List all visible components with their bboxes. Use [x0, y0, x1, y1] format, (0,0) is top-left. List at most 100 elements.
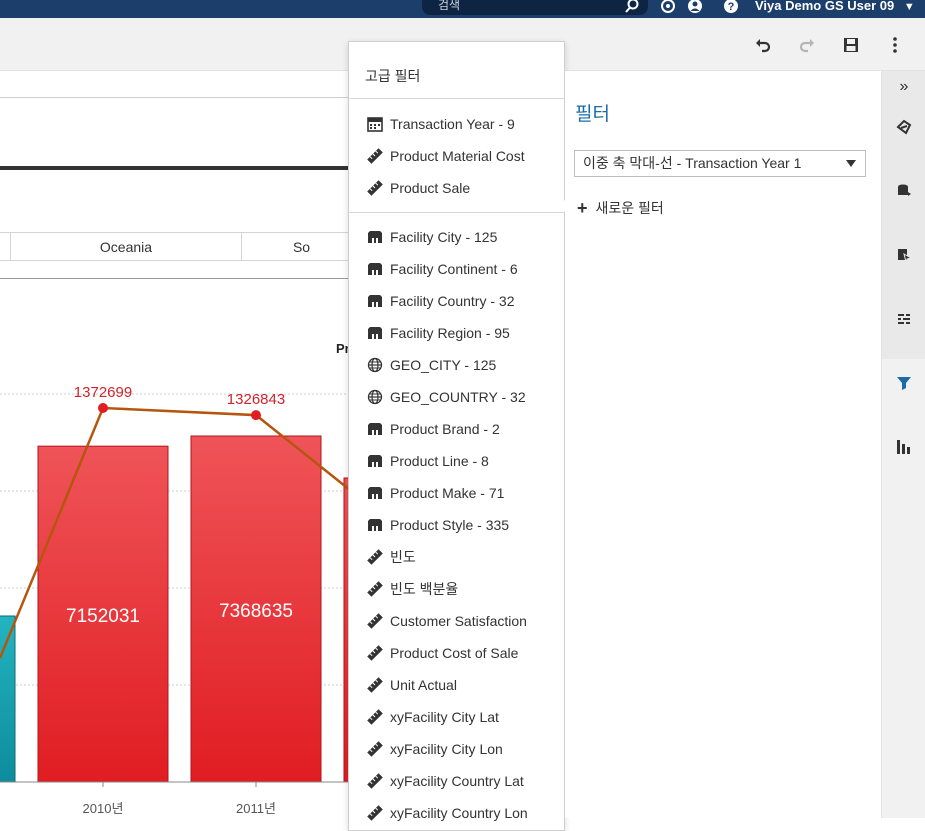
bar-data-label: 7152031	[66, 606, 140, 627]
measure-icon	[367, 773, 383, 789]
rail-filters-button[interactable]	[894, 373, 914, 393]
calendar-icon	[367, 116, 383, 132]
dual-axis-bar-line-chart[interactable]: Pr 71520312010년73686352011년1372699 132684…	[0, 278, 350, 818]
region-tab-oceania[interactable]: Oceania	[10, 233, 241, 261]
filter-field-item[interactable]: Facility City - 125	[367, 226, 497, 248]
data-icon	[896, 119, 912, 135]
undo-icon	[756, 39, 771, 53]
rail-data-source-button[interactable]	[894, 181, 914, 201]
filter-field-item[interactable]: 빈도 백분율	[367, 578, 458, 600]
category-icon	[367, 453, 383, 469]
collapse-panel-button[interactable]: »	[894, 77, 914, 97]
filter-field-item[interactable]: Product Sale	[367, 177, 470, 199]
filter-field-item[interactable]: Customer Satisfaction	[367, 610, 527, 632]
rail-ranks-button[interactable]	[894, 437, 914, 457]
redo-icon	[799, 39, 814, 53]
chevron-down-icon	[846, 160, 856, 167]
filter-select-value: 이중 축 막대-선 - Transaction Year 1	[583, 155, 802, 171]
filter-field-item[interactable]: xyFacility City Lat	[367, 706, 499, 728]
chart-point[interactable]	[251, 410, 261, 421]
category-icon	[367, 421, 383, 437]
advanced-filter-dropdown: 고급 필터 Transaction Year - 9 Product Materi…	[348, 41, 565, 831]
filter-field-label: Product Brand - 2	[390, 421, 500, 437]
roles-icon	[898, 314, 910, 324]
filter-field-item[interactable]: xyFacility Country Lon	[367, 802, 528, 824]
rail-data-button[interactable]	[894, 117, 914, 137]
filter-field-item[interactable]: Transaction Year - 9	[367, 113, 515, 135]
filter-field-item[interactable]: Product Style - 335	[367, 514, 509, 536]
filter-field-item[interactable]: xyFacility Country Lat	[367, 770, 524, 792]
save-icon	[844, 38, 858, 52]
x-tick-label: 2011년	[236, 801, 276, 816]
category-icon	[367, 485, 383, 501]
filter-field-item[interactable]: Facility Continent - 6	[367, 258, 518, 280]
filter-field-label: xyFacility City Lat	[390, 709, 499, 725]
filter-field-item[interactable]: Product Brand - 2	[367, 418, 500, 440]
measure-icon	[367, 677, 383, 693]
category-icon	[367, 325, 383, 341]
user-menu[interactable]: Viya Demo GS User 09 ▼	[755, 0, 915, 13]
filter-field-item[interactable]: Facility Country - 32	[367, 290, 514, 312]
search-icon[interactable]	[624, 0, 640, 14]
dropdown-title: 고급 필터	[365, 68, 421, 84]
database-icon	[898, 184, 911, 196]
chart-point[interactable]	[98, 403, 108, 413]
help-icon[interactable]: ?	[723, 0, 739, 14]
undo-button[interactable]	[752, 34, 774, 56]
filter-field-item[interactable]: Product Material Cost	[367, 145, 525, 167]
notifications-icon[interactable]	[660, 0, 676, 14]
filter-field-item[interactable]: 빈도	[367, 546, 416, 568]
panel-title: 필터	[575, 104, 610, 125]
measure-icon	[367, 805, 383, 821]
svg-text:?: ?	[728, 1, 735, 13]
filter-field-label: Facility City - 125	[390, 229, 498, 245]
filter-field-item[interactable]: GEO_COUNTRY - 32	[367, 386, 526, 408]
line-data-label: 1372699	[74, 384, 132, 401]
more-vertical-icon	[893, 37, 897, 53]
filter-field-label: Product Make - 71	[390, 485, 505, 501]
save-button[interactable]	[840, 34, 862, 56]
redo-button[interactable]	[796, 34, 818, 56]
region-tab-south[interactable]: So	[241, 233, 361, 261]
filter-field-label: Customer Satisfaction	[390, 613, 527, 629]
globe-icon	[367, 357, 383, 373]
rail-roles-button[interactable]	[894, 309, 914, 329]
top-banner: 검색 ? Viya Demo GS User 09 ▼	[0, 0, 925, 18]
filter-field-label: GEO_CITY - 125	[390, 357, 497, 373]
filter-field-item[interactable]: Facility Region - 95	[367, 322, 510, 344]
filter-field-item[interactable]: Product Make - 71	[367, 482, 504, 504]
rail-options-button[interactable]	[894, 245, 914, 265]
measure-icon	[367, 645, 383, 661]
selection-icon	[898, 249, 912, 263]
filter-field-label: xyFacility Country Lat	[390, 773, 524, 789]
filter-field-item[interactable]: GEO_CITY - 125	[367, 354, 496, 376]
category-icon	[367, 229, 383, 245]
user-icon[interactable]	[687, 0, 703, 14]
filter-field-label: Facility Region - 95	[390, 325, 510, 341]
filter-field-label: Product Material Cost	[390, 148, 525, 164]
more-options-button[interactable]	[884, 34, 906, 56]
filter-field-label: Product Sale	[390, 180, 471, 196]
filter-field-item[interactable]: Product Cost of Sale	[367, 642, 518, 664]
filter-select[interactable]: 이중 축 막대-선 - Transaction Year 1	[574, 150, 866, 177]
filter-field-label: Product Line - 8	[390, 453, 489, 469]
category-icon	[367, 261, 383, 277]
filter-field-item[interactable]: xyFacility City Lon	[367, 738, 503, 760]
bar-chart-icon	[897, 440, 910, 454]
dropdown-divider	[349, 98, 564, 99]
measure-icon	[367, 148, 383, 164]
chevron-down-icon: ▼	[903, 1, 915, 13]
section-divider	[0, 166, 350, 170]
filter-field-label: Product Cost of Sale	[390, 645, 519, 661]
filter-field-item[interactable]: Product Line - 8	[367, 450, 489, 472]
filter-field-item[interactable]: Unit Actual	[367, 674, 457, 696]
globe-icon	[367, 389, 383, 405]
filter-panel: 필터 이중 축 막대-선 - Transaction Year 1 + 새로운 …	[565, 71, 881, 818]
region-tabs: Oceania So	[0, 232, 350, 261]
user-name: Viya Demo GS User 09	[755, 0, 895, 13]
new-filter-button[interactable]: + 새로운 필터	[577, 198, 664, 218]
filter-field-label: 빈도	[390, 549, 416, 565]
x-tick-label: 2010년	[83, 801, 124, 816]
dropdown-divider	[349, 212, 564, 213]
search-input[interactable]: 검색	[422, 0, 648, 15]
